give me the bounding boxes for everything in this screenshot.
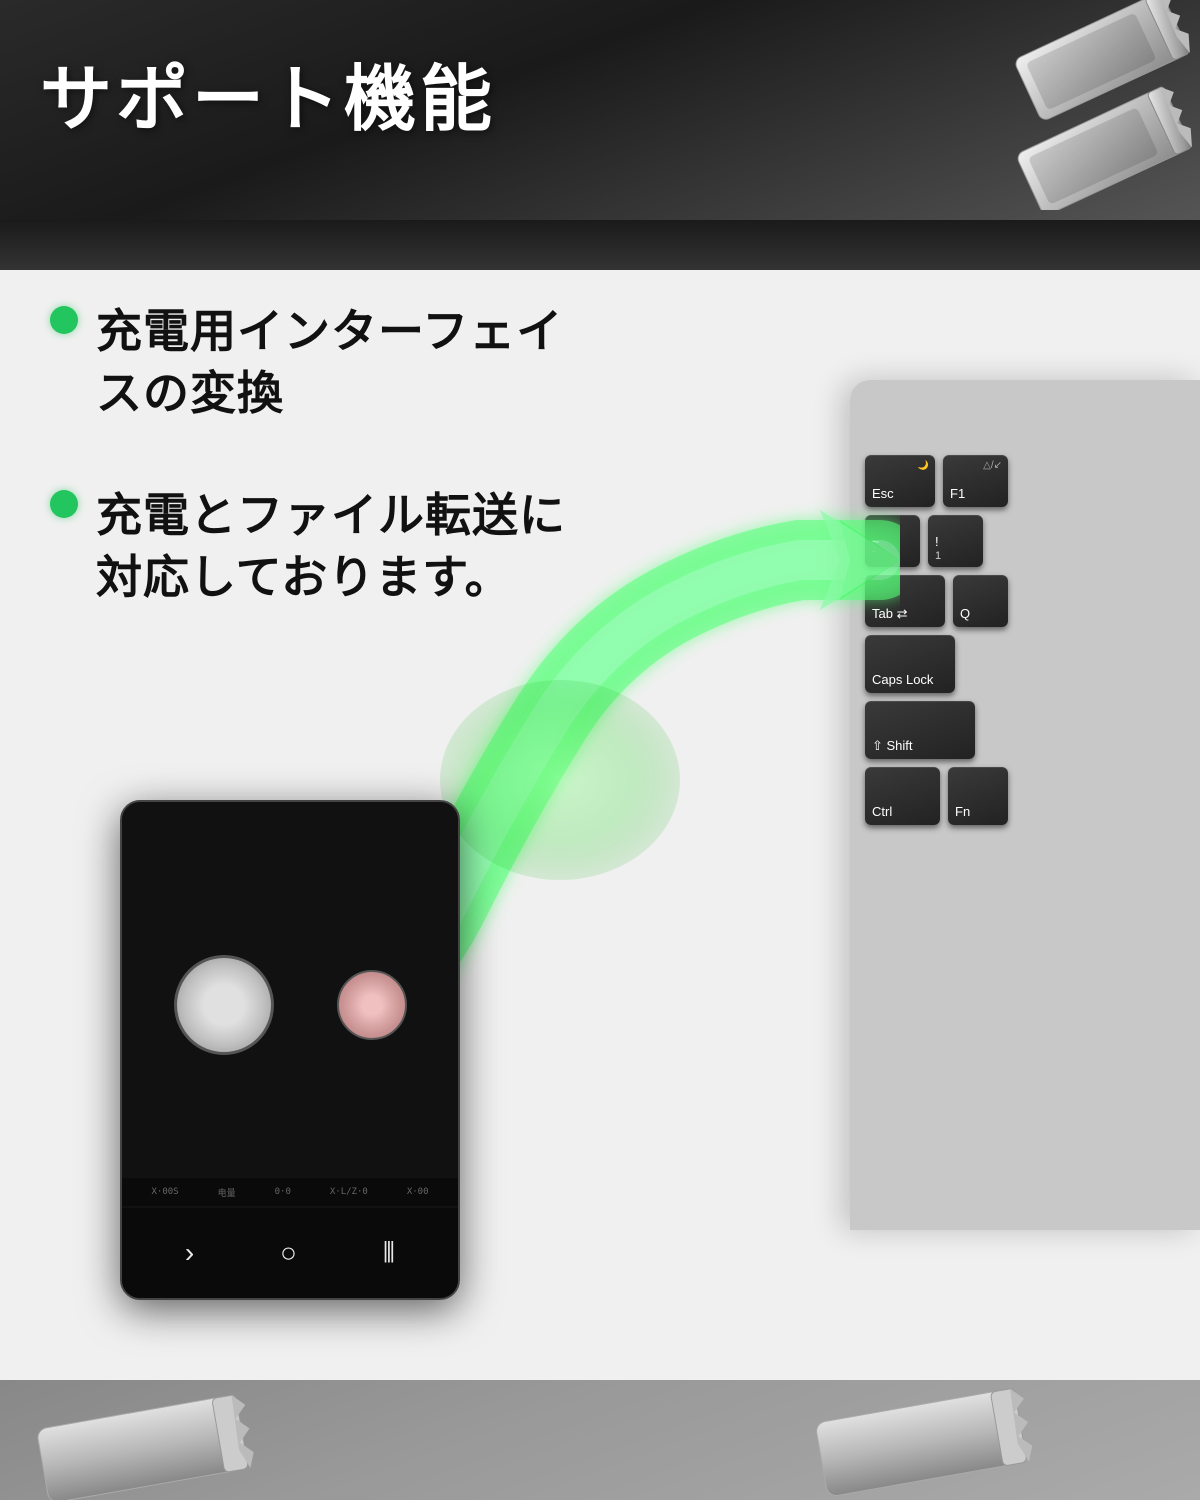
feature-text-1: 充電用インターフェイスの変換 (96, 300, 563, 424)
usbc-top-svg (930, 0, 1200, 210)
key-row-2: ~ ` ! 1 (865, 515, 1185, 567)
camera-lens-small (337, 970, 407, 1040)
feature-item-1: 充電用インターフェイスの変換 (50, 300, 570, 424)
key-row-6: Ctrl Fn (865, 767, 1185, 825)
phone-device: X·00S 电量 0·0 X·L/Z·0 X·00 › ○ ⦀ (120, 800, 460, 1300)
key-label: ! (935, 534, 939, 550)
status-text-3: 0·0 (275, 1187, 291, 1197)
key-sub: △/↙ (983, 460, 1002, 471)
usb-connectors-top (930, 0, 1200, 210)
top-section: サポート機能 (0, 0, 1200, 220)
page-title: サポート機能 (40, 40, 496, 145)
phone-screen (122, 802, 458, 1208)
key-label: Fn (955, 804, 970, 820)
status-text-5: X·00 (407, 1187, 429, 1197)
laptop-edge (0, 220, 1200, 270)
keyboard-panel: Esc 🌙 F1 △/↙ ~ ` ! 1 (850, 380, 1200, 1230)
nav-menu-icon: ⦀ (383, 1237, 395, 1270)
key-label: Q (960, 606, 970, 622)
key-row-1: Esc 🌙 F1 △/↙ (865, 455, 1185, 507)
key-row-4: Caps Lock (865, 635, 1185, 693)
key-row-3: Tab ⇄ Q (865, 575, 1185, 627)
feature-text-2: 充電とファイル転送に対応しております。 (96, 484, 566, 608)
status-text-1: X·00S (152, 1187, 179, 1197)
key-label: F1 (950, 486, 965, 502)
status-text-4: X·L/Z·0 (330, 1187, 368, 1197)
feature-item-2: 充電とファイル転送に対応しております。 (50, 484, 570, 608)
bullet-dot-1 (50, 306, 78, 334)
key-f1: F1 △/↙ (943, 455, 1008, 507)
key-row-5: ⇧ Shift (865, 701, 1185, 759)
status-text-2: 电量 (218, 1186, 236, 1199)
key-1: ! 1 (928, 515, 983, 567)
nav-home-icon: ○ (280, 1237, 297, 1269)
bullet-dot-2 (50, 490, 78, 518)
phone-nav-bar: › ○ ⦀ (122, 1208, 458, 1298)
phone-status-bar: X·00S 电量 0·0 X·L/Z·0 X·00 (122, 1178, 458, 1206)
bottom-usbc-svg (0, 1380, 1200, 1500)
text-panel: 充電用インターフェイスの変換 充電とファイル転送に対応しております。 (50, 300, 570, 668)
bottom-section (0, 1380, 1200, 1500)
keyboard-body: Esc 🌙 F1 △/↙ ~ ` ! 1 (850, 380, 1200, 1230)
camera-lens-large (174, 955, 274, 1055)
key-sub: 🌙 (918, 460, 929, 471)
key-fn: Fn (948, 767, 1008, 825)
key-q: Q (953, 575, 1008, 627)
middle-section: Esc 🌙 F1 △/↙ ~ ` ! 1 (0, 220, 1200, 1380)
nav-back-icon: › (185, 1237, 194, 1269)
